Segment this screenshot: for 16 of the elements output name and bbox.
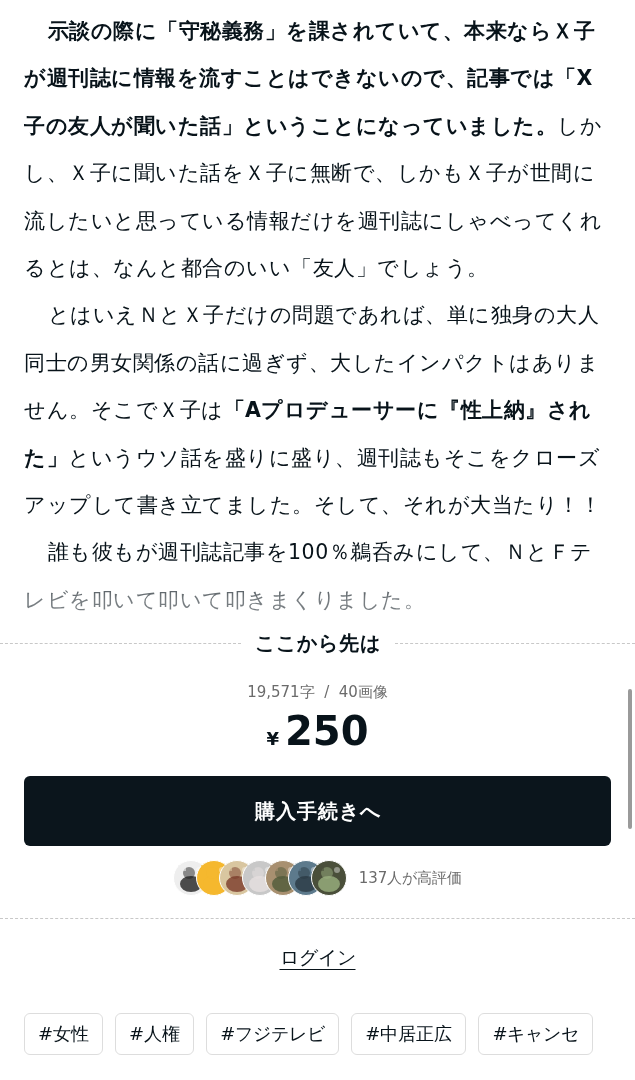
purchase-button[interactable]: 購入手続きへ [24,776,611,847]
hashtag[interactable]: #中居正広 [351,1013,467,1056]
scrollbar[interactable] [628,689,632,829]
paragraph: とはいえＮとＸ子だけの問題であれば、単に独身の大人同士の男女関係の話に過ぎず、大したインパクトはありません。そこでＸ子は「Aプロデューサーに『性上納』された」というウソ話を盛りに盛り、週刊誌もそこをクローズアップして書き立てました。そして、それが大当たり！！ [24,302,602,520]
paywall-heading: ここから先は [254,630,381,658]
paragraph: 示談の際に「守秘義務」を課されていて、本来ならＸ子が週刊誌に情報を流すことはできないので、記事では「X子の友人が聞いた話」ということになっていました。しかし、Ｘ子に聞いた話をＸ子に無断で、しかもＸ子が世間に流したいと思っている情報だけを週刊誌にしゃべってくれるとは、なんと都合のいい「友人」でしょう。 [24,18,603,283]
paragraph: 誰も彼もが週刊誌記事を100％鵜呑みにして、ＮとＦテレビを叩いて叩いて叩きまくりました。 [24,539,594,614]
price: 250 [285,708,369,755]
currency-sign: ¥ [266,728,279,750]
content-counts: 19,571字 / 40画像 [247,683,388,703]
hashtag[interactable]: #人権 [115,1013,195,1056]
hashtag[interactable]: #キャンセ [478,1013,594,1056]
login-link[interactable]: ログイン [279,945,356,972]
hashtag[interactable]: #女性 [24,1013,104,1056]
hashtag[interactable]: #フジテレビ [206,1013,340,1056]
like-count: 137人が高評価 [358,868,463,888]
